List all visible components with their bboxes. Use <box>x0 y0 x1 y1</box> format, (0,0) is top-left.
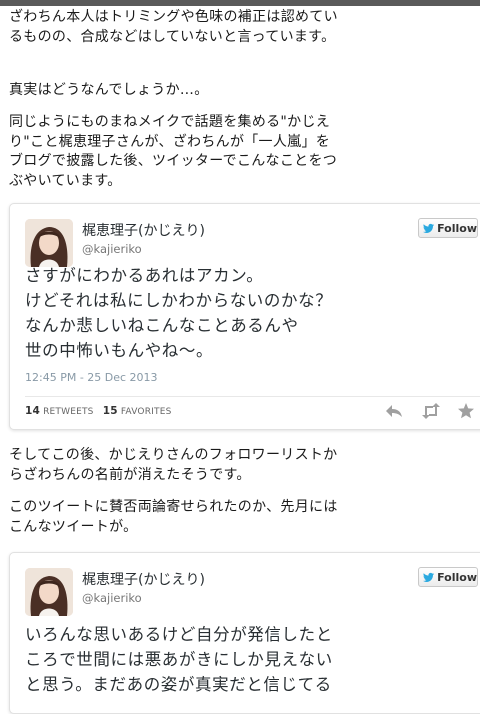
status-bar-strip <box>0 0 480 6</box>
follow-label: Follow <box>437 221 477 235</box>
tweet-stats: 14 RETWEETS 15 FAVORITES <box>25 405 172 417</box>
tweet-timestamp[interactable]: 12:45 PM - 25 Dec 2013 <box>25 371 158 384</box>
follow-button[interactable]: Follow <box>418 218 478 238</box>
tweet-text: さすがにわかるあれはアカン。 けどそれは私にしかわからないのかな？ なんか悲しい… <box>25 263 465 363</box>
tweet-line: いろんな思いあるけど自分が発信したと <box>25 625 333 644</box>
favorite-icon[interactable] <box>457 403 475 419</box>
embedded-tweet-1: 梶恵理子(かじえり) @kajieriko Follow さすがにわかるあれはア… <box>9 203 480 430</box>
tweet-author-name[interactable]: 梶恵理子(かじえり) <box>82 569 205 589</box>
tweet-author-handle[interactable]: @kajieriko <box>82 242 142 256</box>
article-paragraph-2: 真実はどうなんでしょうか…。 <box>9 82 209 98</box>
tweet-line: けどそれは私にしかわからないのかな？ <box>25 291 333 310</box>
tweet-actions <box>385 403 475 419</box>
tweet-author-handle[interactable]: @kajieriko <box>82 591 142 605</box>
follow-button[interactable]: Follow <box>418 567 478 587</box>
twitter-bird-icon <box>423 223 435 233</box>
article-paragraph-1: ざわちん本人はトリミングや色味の補正は認めているものの、合成などはしていないと言… <box>9 9 338 45</box>
follow-label: Follow <box>437 570 477 584</box>
twitter-bird-icon <box>423 572 435 582</box>
retweet-count-label[interactable]: RETWEETS <box>43 407 94 417</box>
article-paragraph-5: このツイートに賛否両論寄せられたのか、先月にはこんなツイートが。 <box>9 499 338 535</box>
retweet-icon[interactable] <box>421 403 440 419</box>
favorite-count[interactable]: 15 <box>103 405 118 417</box>
tweet-author-name[interactable]: 梶恵理子(かじえり) <box>82 220 205 240</box>
article-paragraph-3: 同じようにものまねメイクで話題を集める"かじえり"こと梶恵理子さんが、ざわちんが… <box>9 114 338 189</box>
tweet-text: いろんな思いあるけど自分が発信したと ころで世間には悪あがきにしか見えない と思… <box>25 622 465 697</box>
retweet-count[interactable]: 14 <box>25 405 40 417</box>
tweet-line: なんか悲しいねこんなことあるんや <box>25 316 299 335</box>
article-paragraph-4: そしてこの後、かじえりさんのフォロワーリストからざわちんの名前が消えたそうです。 <box>9 447 338 483</box>
reply-icon[interactable] <box>385 403 403 419</box>
tweet-line: 世の中怖いもんやね〜。 <box>25 341 214 360</box>
avatar[interactable] <box>25 219 73 267</box>
tweet-line: と思う。まだあの姿が真実だと信じてる <box>25 675 332 694</box>
divider <box>25 396 480 397</box>
tweet-line: さすがにわかるあれはアカン。 <box>25 266 264 285</box>
avatar[interactable] <box>25 568 73 616</box>
tweet-line: ころで世間には悪あがきにしか見えない <box>25 650 333 669</box>
embedded-tweet-2: 梶恵理子(かじえり) @kajieriko Follow いろんな思いあるけど自… <box>9 552 480 714</box>
favorite-count-label[interactable]: FAVORITES <box>121 407 172 417</box>
